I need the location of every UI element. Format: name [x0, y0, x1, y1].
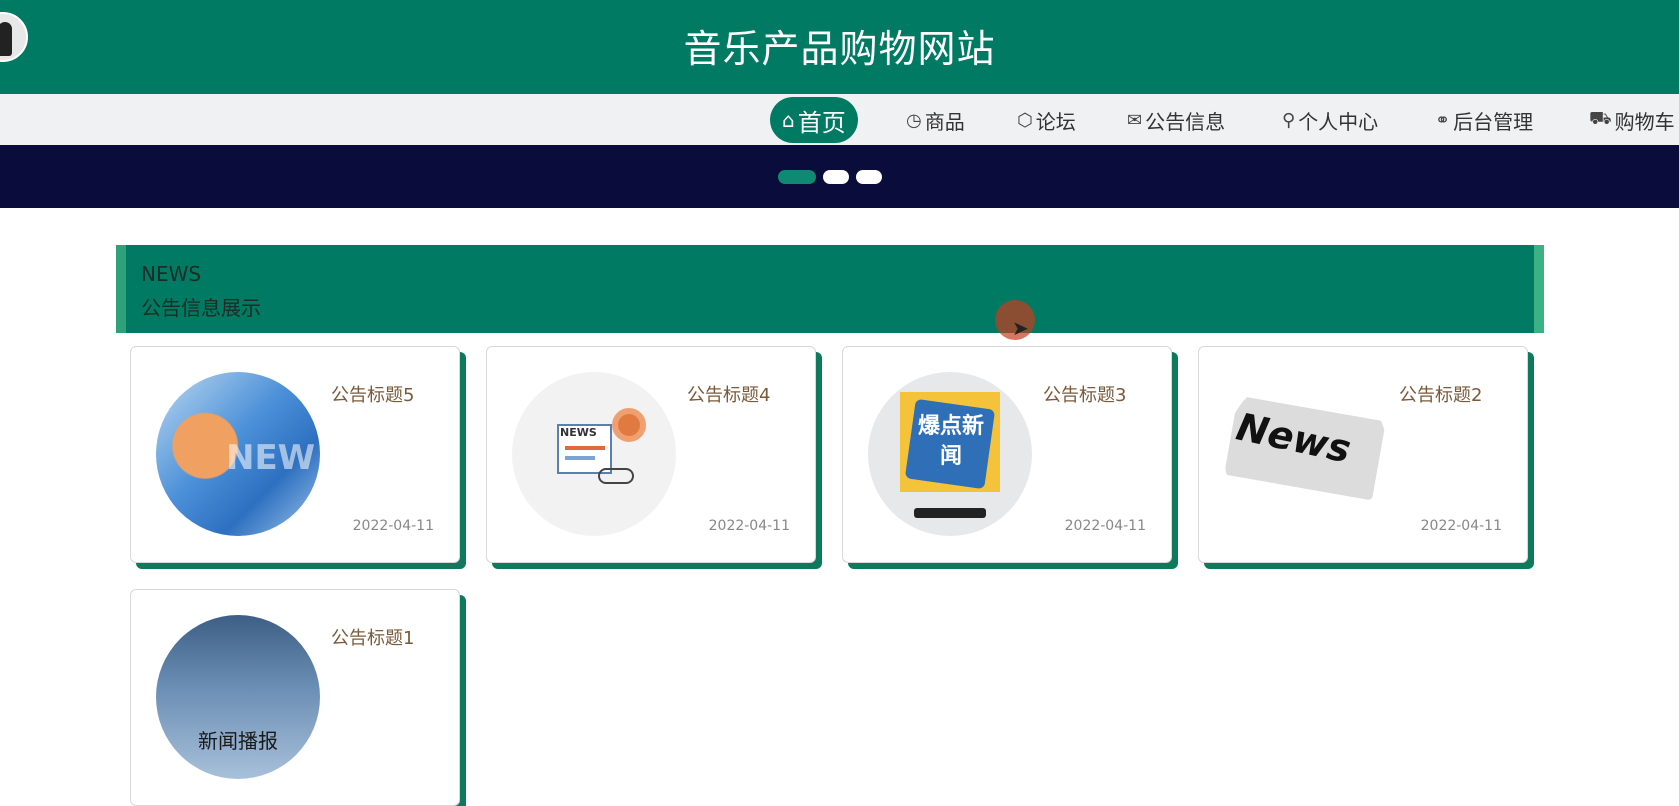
carousel-dot-3[interactable]	[856, 170, 882, 184]
nav-item-label: 后台管理	[1453, 109, 1534, 134]
nav-item-label: 首页	[797, 108, 846, 137]
thumbnail-text: NEWS	[560, 426, 597, 439]
nav-item-label: 公告信息	[1145, 109, 1226, 134]
cart-icon: ⛟	[1589, 108, 1612, 129]
news-thumbnail: 爆点新闻	[868, 372, 1032, 536]
news-card-3[interactable]: 爆点新闻 公告标题3 2022-04-11	[842, 346, 1172, 563]
user-icon: ⚲	[1282, 109, 1296, 131]
news-date: 2022-04-11	[1420, 518, 1502, 534]
site-title: 音乐产品购物网站	[683, 27, 996, 71]
nav-item-cart[interactable]: ⛟ 购物车	[1589, 97, 1675, 143]
news-date: 2022-04-11	[708, 518, 790, 534]
nav-item-label: 购物车	[1614, 109, 1675, 134]
top-header: 音乐产品购物网站	[0, 0, 1679, 94]
link-icon: ⚭	[1435, 109, 1451, 131]
nav-item-profile[interactable]: ⚲ 个人中心	[1282, 97, 1378, 143]
mouse-pointer-icon: ➤	[1012, 316, 1029, 340]
thumbnail-text: NEW	[226, 438, 316, 478]
thumbnail-text: 新闻播报	[198, 729, 278, 753]
nav-item-products[interactable]: ◷ 商品	[906, 97, 965, 143]
nav-item-home[interactable]: ⌂ 首页	[770, 97, 858, 143]
nav-item-announcements[interactable]: ✉ 公告信息	[1127, 97, 1225, 143]
news-title[interactable]: 公告标题5	[331, 381, 451, 407]
cube-icon: ⬡	[1017, 109, 1033, 131]
news-card-1[interactable]: 新闻播报 公告标题1	[130, 589, 460, 806]
news-card-5[interactable]: NEW 公告标题5 2022-04-11	[130, 346, 460, 563]
gauge-icon: ◷	[906, 109, 922, 131]
news-title[interactable]: 公告标题1	[331, 624, 451, 650]
nav-item-label: 论坛	[1035, 109, 1076, 134]
news-thumbnail: News	[1224, 372, 1388, 536]
news-title[interactable]: 公告标题4	[687, 381, 807, 407]
carousel-dot-1[interactable]	[778, 170, 816, 184]
nav-item-forum[interactable]: ⬡ 论坛	[1017, 97, 1076, 143]
news-thumbnail: NEW	[156, 372, 320, 536]
news-card-2[interactable]: News 公告标题2 2022-04-11	[1198, 346, 1528, 563]
mail-icon: ✉	[1127, 109, 1143, 131]
news-date: 2022-04-11	[352, 518, 434, 534]
news-thumbnail: NEWS	[512, 372, 676, 536]
news-thumbnail: 新闻播报	[156, 615, 320, 779]
section-title-cn: 公告信息展示	[141, 296, 261, 320]
news-card-4[interactable]: NEWS 公告标题4 2022-04-11	[486, 346, 816, 563]
news-date: 2022-04-11	[1064, 518, 1146, 534]
news-title[interactable]: 公告标题3	[1043, 381, 1163, 407]
carousel-dot-2[interactable]	[823, 170, 849, 184]
section-title-en: NEWS	[141, 262, 202, 286]
nav-item-label: 个人中心	[1298, 109, 1379, 134]
main-nav: ⌂ 首页 ◷ 商品 ⬡ 论坛 ✉ 公告信息 ⚲ 个人中心 ⚭ 后台管理 ⛟ 购物…	[0, 94, 1679, 145]
nav-item-admin[interactable]: ⚭ 后台管理	[1435, 97, 1533, 143]
news-title[interactable]: 公告标题2	[1399, 381, 1519, 407]
thumbnail-text: 爆点新闻	[917, 414, 984, 469]
nav-item-label: 商品	[924, 109, 965, 134]
news-section-header: NEWS 公告信息展示	[116, 245, 1544, 333]
home-icon: ⌂	[782, 108, 795, 132]
